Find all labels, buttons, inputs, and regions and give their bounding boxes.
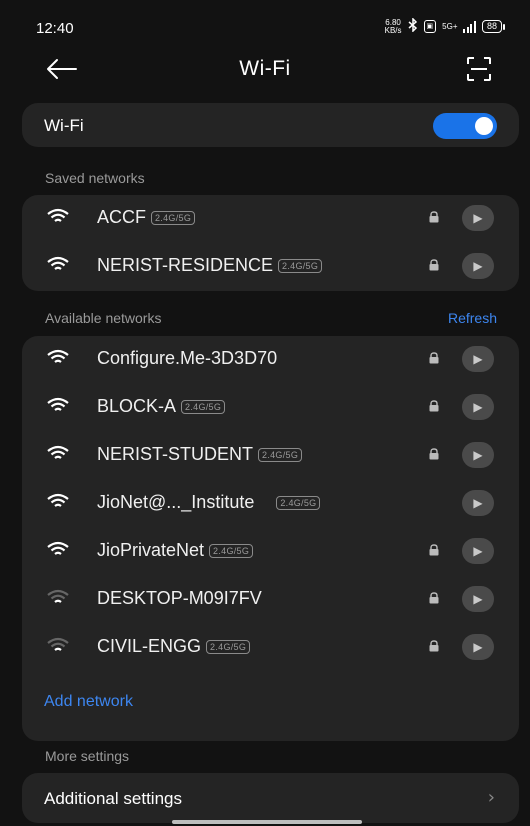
network-details-button[interactable]: ▶	[462, 490, 494, 516]
lock-icon	[429, 211, 439, 223]
wifi-switch[interactable]	[433, 113, 497, 139]
saved-networks-card: ACCF 2.4G/5G ▶ NERIST-RESIDENCE 2.4G/5G …	[22, 195, 519, 291]
wifi-signal-icon	[47, 493, 69, 507]
band-badge: 2.4G/5G	[209, 543, 254, 558]
band-badge: 2.4G/5G	[206, 639, 251, 654]
refresh-button[interactable]: Refresh	[448, 310, 497, 326]
band-badge: 2.4G/5G	[151, 210, 196, 225]
network-details-button[interactable]: ▶	[462, 634, 494, 660]
network-row-nerist-residence[interactable]: NERIST-RESIDENCE 2.4G/5G ▶	[22, 243, 519, 289]
wifi-signal-icon	[47, 349, 69, 363]
available-networks-header: Available networks	[45, 310, 162, 326]
network-details-button[interactable]: ▶	[462, 586, 494, 612]
lock-icon	[429, 352, 439, 364]
qr-scan-icon[interactable]	[466, 56, 492, 82]
network-row-configure-me[interactable]: Configure.Me-3D3D70 ▶	[22, 336, 519, 382]
network-name: NERIST-RESIDENCE 2.4G/5G	[97, 255, 323, 276]
network-details-button[interactable]: ▶	[462, 538, 494, 564]
network-row-civil-engg[interactable]: CIVIL-ENGG 2.4G/5G ▶	[22, 624, 519, 670]
network-row-block-a[interactable]: BLOCK-A 2.4G/5G ▶	[22, 384, 519, 430]
wifi-toggle-label: Wi-Fi	[44, 116, 84, 135]
network-name: ACCF 2.4G/5G	[97, 207, 196, 228]
network-name: JioPrivateNet 2.4G/5G	[97, 540, 254, 561]
network-details-button[interactable]: ▶	[462, 346, 494, 372]
available-networks-card: Configure.Me-3D3D70 ▶ BLOCK-A 2.4G/5G ▶ …	[22, 336, 519, 741]
lock-icon	[429, 640, 439, 652]
lock-icon	[429, 448, 439, 460]
additional-settings-row[interactable]: Additional settings ›	[22, 773, 519, 823]
network-details-button[interactable]: ▶	[462, 253, 494, 279]
wifi-weak-signal-icon	[47, 637, 69, 651]
lock-icon	[429, 592, 439, 604]
lock-icon	[429, 544, 439, 556]
wifi-signal-icon	[47, 541, 69, 555]
band-badge: 2.4G/5G	[276, 495, 321, 510]
battery-icon: 88	[481, 20, 506, 33]
network-row-jioprivatenet[interactable]: JioPrivateNet 2.4G/5G ▶	[22, 528, 519, 574]
network-name: JioNet@..._Institute 2.4G/5G	[97, 492, 321, 513]
wifi-settings-screen: 12:40 6.80 KB/s ▣ 5G+ 88 Wi-Fi Wi-Fi Sav…	[0, 0, 530, 826]
band-badge: 2.4G/5G	[181, 399, 226, 414]
lock-icon	[429, 259, 439, 271]
bluetooth-icon	[408, 17, 418, 35]
sim-icon: ▣	[423, 20, 437, 33]
add-network-button[interactable]: Add network	[44, 693, 133, 711]
network-name: DESKTOP-M09I7FV	[97, 588, 262, 608]
wifi-toggle-row[interactable]: Wi-Fi	[22, 103, 519, 147]
network-name: CIVIL-ENGG 2.4G/5G	[97, 636, 251, 657]
network-details-button[interactable]: ▶	[462, 394, 494, 420]
network-row-desktop[interactable]: DESKTOP-M09I7FV ▶	[22, 576, 519, 622]
network-row-jionet-institute[interactable]: JioNet@..._Institute 2.4G/5G ▶	[22, 480, 519, 526]
page-title: Wi-Fi	[239, 57, 291, 80]
wifi-signal-icon	[47, 445, 69, 459]
network-row-nerist-student[interactable]: NERIST-STUDENT 2.4G/5G ▶	[22, 432, 519, 478]
wifi-weak-signal-icon	[47, 589, 69, 603]
network-details-button[interactable]: ▶	[462, 205, 494, 231]
network-name: Configure.Me-3D3D70	[97, 348, 278, 368]
network-name: NERIST-STUDENT 2.4G/5G	[97, 444, 303, 465]
wifi-signal-icon	[47, 208, 69, 222]
network-speed: 6.80 KB/s	[384, 17, 402, 35]
home-indicator[interactable]	[172, 820, 362, 824]
wifi-signal-icon	[47, 256, 69, 270]
chevron-right-icon: ›	[487, 787, 495, 808]
network-details-button[interactable]: ▶	[462, 442, 494, 468]
wifi-signal-icon	[47, 397, 69, 411]
signal-icon	[463, 20, 476, 33]
network-type: 5G+	[442, 21, 458, 31]
network-name: BLOCK-A 2.4G/5G	[97, 396, 226, 417]
status-time: 12:40	[36, 20, 74, 37]
app-bar: Wi-Fi	[0, 48, 530, 92]
network-row-accf[interactable]: ACCF 2.4G/5G ▶	[22, 195, 519, 241]
band-badge: 2.4G/5G	[258, 447, 303, 462]
more-settings-header: More settings	[45, 748, 130, 764]
additional-settings-label: Additional settings	[44, 789, 182, 808]
lock-icon	[429, 400, 439, 412]
status-icons: 6.80 KB/s ▣ 5G+ 88	[384, 17, 506, 35]
saved-networks-header: Saved networks	[45, 170, 145, 186]
band-badge: 2.4G/5G	[278, 258, 323, 273]
switch-knob	[475, 117, 493, 135]
